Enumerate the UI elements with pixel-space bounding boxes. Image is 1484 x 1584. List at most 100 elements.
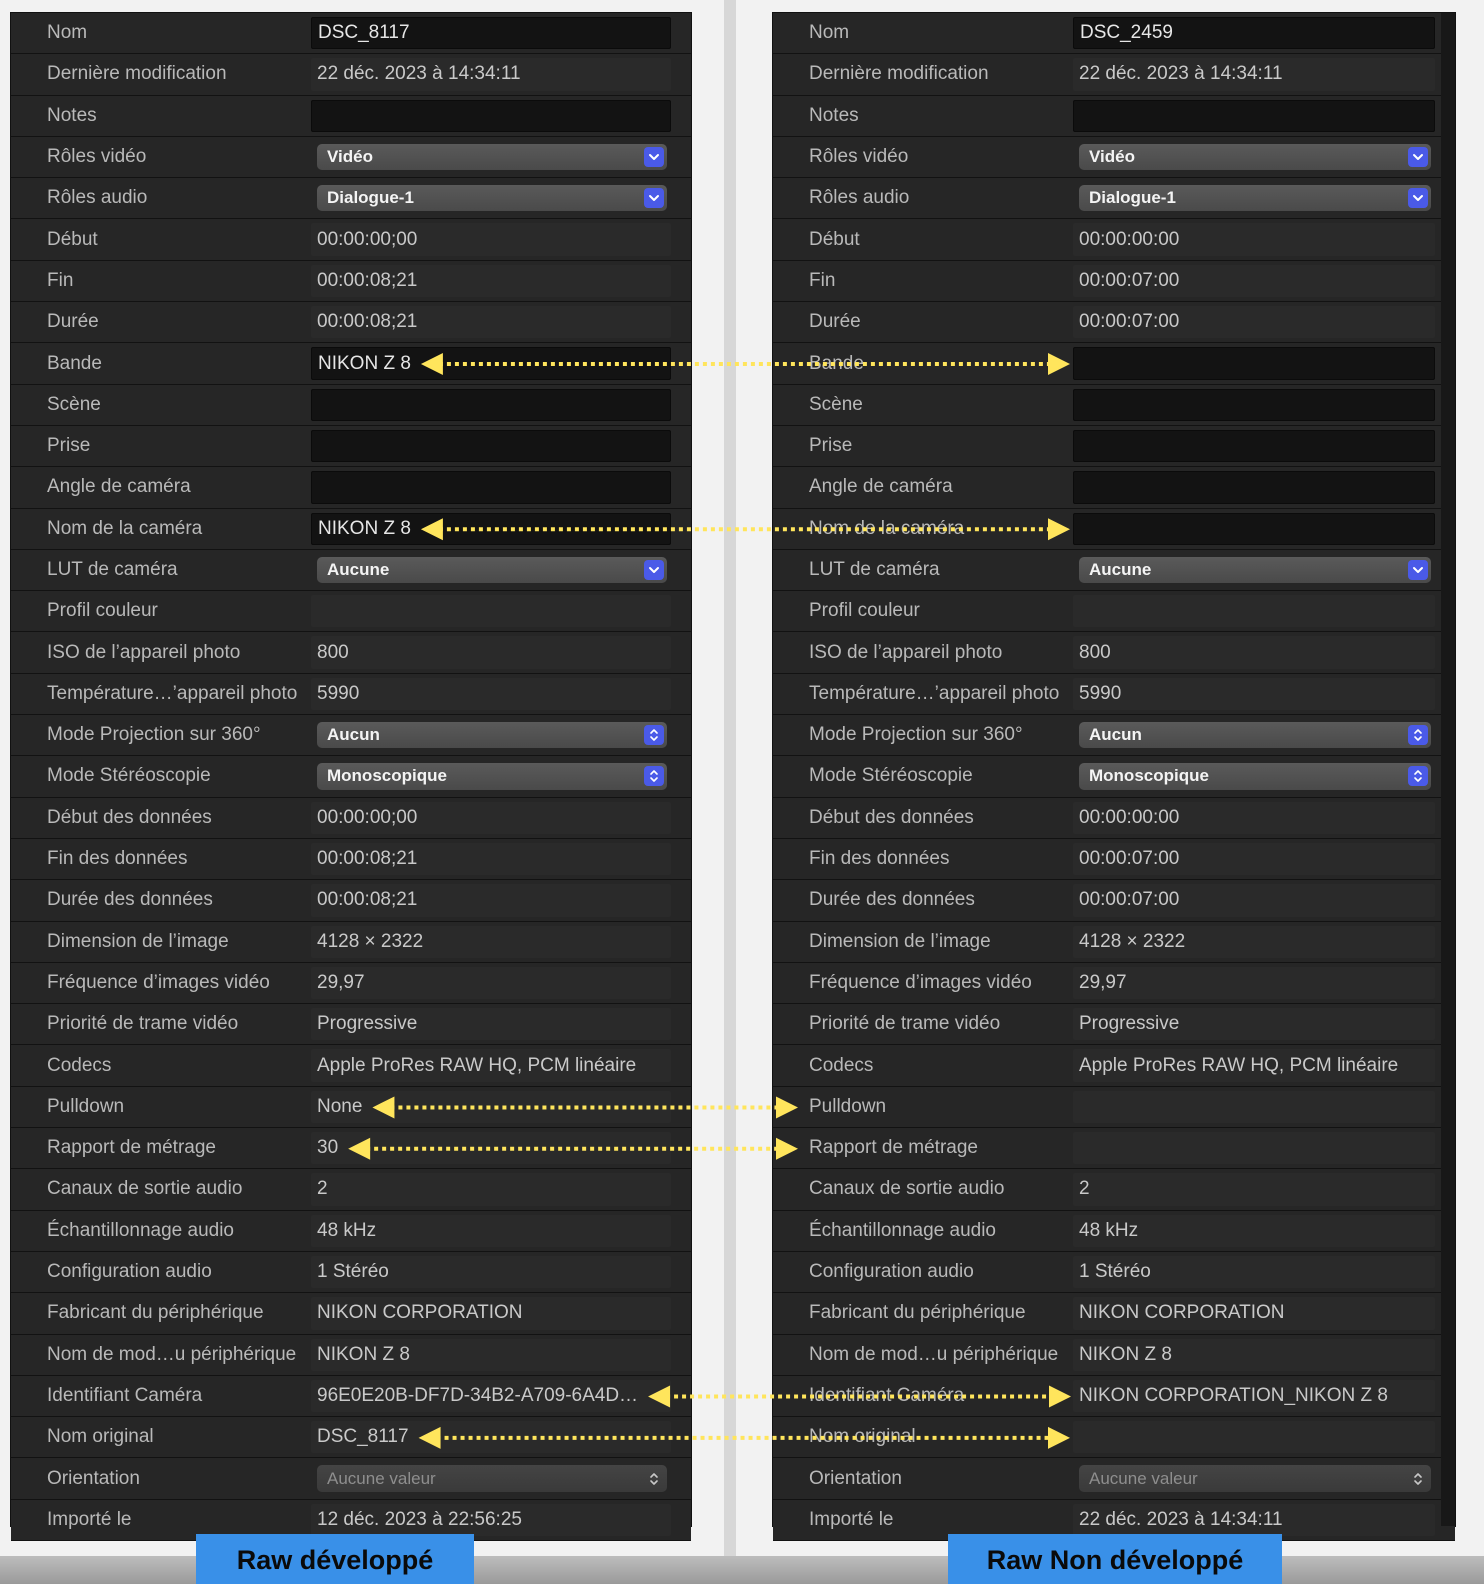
row-lut-de-camera: LUT de caméra Aucune xyxy=(11,549,691,592)
pulldown-value xyxy=(1073,1090,1435,1124)
fabricant-du-peripherique-value: NIKON CORPORATION xyxy=(1073,1297,1435,1330)
field-label: Durée des données xyxy=(47,889,213,911)
iso-de-l-appareil-photo-value: 800 xyxy=(311,636,671,669)
row-bande: Bande NIKON Z 8 xyxy=(11,343,691,385)
bande-input[interactable] xyxy=(1073,347,1435,380)
field-value: 12 déc. 2023 à 22:56:25 xyxy=(317,1508,522,1530)
roles-video-popup[interactable]: Vidéo xyxy=(1079,143,1431,171)
field-label: Fréquence d’images vidéo xyxy=(809,971,1032,993)
fin-des-donnees-value: 00:00:08;21 xyxy=(311,842,671,876)
row-iso-de-l-appareil-photo: ISO de l’appareil photo 800 xyxy=(773,632,1455,674)
row-roles-audio: Rôles audio Dialogue-1 xyxy=(11,178,691,220)
notes-input[interactable] xyxy=(1073,99,1435,132)
field-label: Rôles audio xyxy=(809,187,910,209)
roles-audio-popup[interactable]: Dialogue-1 xyxy=(1079,185,1431,212)
pulldown-value: None xyxy=(311,1090,671,1124)
duree-des-donnees-value: 00:00:07:00 xyxy=(1073,884,1435,917)
field-label: ISO de l’appareil photo xyxy=(809,641,1003,663)
prise-input[interactable] xyxy=(311,429,671,463)
derniere-modification-value: 22 déc. 2023 à 14:34:11 xyxy=(311,58,671,91)
dimension-de-l-image-value: 4128 × 2322 xyxy=(311,925,671,958)
row-nom-de-mod-u-peripherique: Nom de mod…u périphérique NIKON Z 8 xyxy=(11,1334,691,1376)
field-value: 00:00:07:00 xyxy=(1079,848,1180,870)
field-label: Pulldown xyxy=(809,1095,887,1117)
configuration-audio-value: 1 Stéréo xyxy=(1073,1255,1435,1289)
field-value: 00:00:00;00 xyxy=(317,806,418,828)
row-priorite-de-trame-video: Priorité de trame vidéo Progressive xyxy=(773,1004,1455,1046)
row-codecs: Codecs Apple ProRes RAW HQ, PCM linéaire xyxy=(11,1045,691,1087)
field-label: Fabricant du périphérique xyxy=(47,1302,264,1324)
prise-input[interactable] xyxy=(1073,429,1435,463)
orientation-popup[interactable]: Aucune valeur xyxy=(317,1465,667,1492)
mode-projection-sur-360-popup[interactable]: Aucun xyxy=(1079,722,1431,749)
duree-value: 00:00:08;21 xyxy=(311,306,671,339)
field-label: Fabricant du périphérique xyxy=(809,1302,1026,1324)
notes-input[interactable] xyxy=(311,99,671,132)
chevron-down-icon xyxy=(644,147,664,168)
field-label: Nom original xyxy=(809,1426,916,1448)
field-label: Fin xyxy=(809,269,836,291)
scene-input[interactable] xyxy=(311,388,671,421)
field-value: 00:00:08;21 xyxy=(317,311,418,333)
row-roles-video: Rôles vidéo Vidéo xyxy=(773,136,1455,179)
caption-right: Raw Non développé xyxy=(948,1534,1282,1584)
chevron-down-icon xyxy=(1408,560,1428,580)
field-value: Aucune valeur xyxy=(327,1468,436,1488)
field-label: Échantillonnage audio xyxy=(47,1219,234,1241)
angle-de-camera-input[interactable] xyxy=(1073,471,1435,504)
mode-stereoscopie-popup[interactable]: Monoscopique xyxy=(1079,763,1431,790)
field-value: DSC_2459 xyxy=(1080,22,1173,44)
field-value: 1 Stéréo xyxy=(1079,1261,1151,1283)
row-fabricant-du-peripherique: Fabricant du périphérique NIKON CORPORATI… xyxy=(773,1293,1455,1335)
nom-input[interactable]: DSC_8117 xyxy=(311,17,671,50)
metadata-list-left: Nom DSC_8117 Dernière modification 22 déc. … xyxy=(11,13,691,1541)
nom-de-la-camera-input[interactable]: NIKON Z 8 xyxy=(311,512,671,545)
angle-de-camera-input[interactable] xyxy=(311,471,671,504)
field-label: Bande xyxy=(47,352,102,374)
metadata-list-right: Nom DSC_2459 Dernière modification 22 déc. … xyxy=(773,13,1455,1541)
row-fin: Fin 00:00:08;21 xyxy=(11,260,691,303)
row-fin-des-donnees: Fin des données 00:00:07:00 xyxy=(773,838,1455,881)
lut-de-camera-popup[interactable]: Aucune xyxy=(317,556,667,584)
mode-projection-sur-360-popup[interactable]: Aucun xyxy=(317,722,667,749)
orientation-popup[interactable]: Aucune valeur xyxy=(1079,1465,1431,1492)
row-mode-projection-sur-360: Mode Projection sur 360° Aucun xyxy=(773,715,1455,757)
field-value: 22 déc. 2023 à 14:34:11 xyxy=(1079,1508,1283,1530)
fabricant-du-peripherique-value: NIKON CORPORATION xyxy=(311,1297,671,1330)
field-label: Dernière modification xyxy=(47,63,227,85)
field-label: Dimension de l’image xyxy=(809,930,991,952)
up-down-chevron-icon xyxy=(644,766,664,787)
field-value: 00:00:08;21 xyxy=(317,889,418,911)
row-nom: Nom DSC_2459 xyxy=(773,13,1455,55)
row-fin: Fin 00:00:07:00 xyxy=(773,260,1455,303)
roles-audio-popup[interactable]: Dialogue-1 xyxy=(317,185,667,212)
field-label: Mode Stéréoscopie xyxy=(47,765,211,787)
frequence-d-images-video-value: 29,97 xyxy=(311,966,671,1000)
field-label: Configuration audio xyxy=(809,1261,974,1283)
field-value: 48 kHz xyxy=(317,1219,377,1241)
nom-input[interactable]: DSC_2459 xyxy=(1073,17,1435,50)
field-value: 00:00:08;21 xyxy=(317,269,418,291)
lut-de-camera-popup[interactable]: Aucune xyxy=(1079,556,1431,584)
row-debut-des-donnees: Début des données 00:00:00:00 xyxy=(773,797,1455,839)
field-value: NIKON Z 8 xyxy=(317,1343,410,1365)
row-canaux-de-sortie-audio: Canaux de sortie audio 2 xyxy=(11,1169,691,1211)
row-nom-original: Nom original DSC_8117 xyxy=(11,1417,691,1459)
fin-value: 00:00:07:00 xyxy=(1073,264,1435,298)
row-prise: Prise xyxy=(773,425,1455,468)
field-label: Mode Projection sur 360° xyxy=(47,724,261,746)
echantillonnage-audio-value: 48 kHz xyxy=(1073,1214,1435,1247)
field-label: Dernière modification xyxy=(809,63,989,85)
bande-input[interactable]: NIKON Z 8 xyxy=(311,347,671,380)
field-label: Début des données xyxy=(47,806,212,828)
mode-stereoscopie-popup[interactable]: Monoscopique xyxy=(317,763,667,790)
roles-video-popup[interactable]: Vidéo xyxy=(317,143,667,171)
scene-input[interactable] xyxy=(1073,388,1435,421)
chevron-down-icon xyxy=(1408,147,1428,168)
identifiant-camera-value: NIKON CORPORATION_NIKON Z 8 xyxy=(1073,1379,1435,1413)
field-label: Nom original xyxy=(47,1426,154,1448)
field-value: Dialogue-1 xyxy=(1089,188,1176,208)
nom-de-la-camera-input[interactable] xyxy=(1073,512,1435,545)
field-label: Nom xyxy=(809,22,850,44)
center-divider xyxy=(724,0,736,1584)
